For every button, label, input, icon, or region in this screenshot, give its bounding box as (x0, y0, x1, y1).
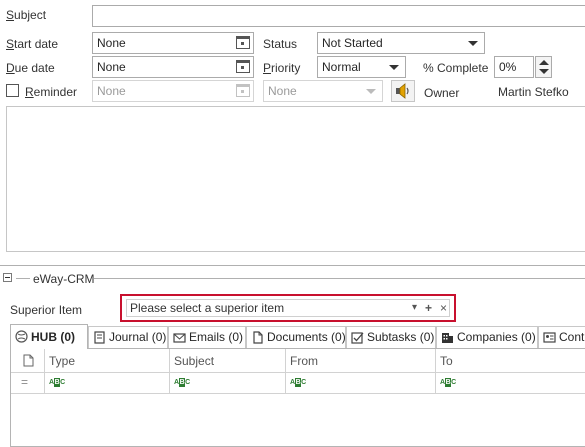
complete-label: % Complete (423, 61, 489, 75)
section-header-rule (16, 278, 30, 279)
subject-input[interactable] (92, 5, 585, 27)
calendar-icon (236, 84, 250, 97)
due-date-field[interactable]: None (92, 56, 254, 78)
complete-spinner[interactable] (535, 56, 552, 78)
filter-cell-subject[interactable]: ABC (169, 373, 285, 394)
status-label: Status (263, 37, 298, 51)
spin-up-icon[interactable] (539, 60, 549, 65)
start-date-field[interactable]: None (92, 32, 254, 54)
tab-contacts[interactable]: Cont (538, 326, 585, 348)
priority-value: Normal (322, 60, 361, 74)
column-header-type[interactable]: Type (44, 349, 169, 373)
filter-cell-from[interactable]: ABC (285, 373, 435, 394)
calendar-icon[interactable] (236, 36, 250, 49)
due-date-value: None (97, 60, 126, 74)
text-filter-icon: ABC (290, 378, 306, 387)
start-date-value: None (97, 36, 126, 50)
start-date-label: Start date (6, 37, 59, 51)
column-header-to[interactable]: To (435, 349, 585, 373)
tab-subtasks[interactable]: Subtasks (0) (346, 326, 436, 348)
journal-icon (94, 331, 105, 344)
document-icon (253, 331, 263, 344)
subtask-icon (351, 332, 364, 344)
owner-value: Martin Stefko (498, 85, 569, 99)
text-filter-icon: ABC (174, 378, 190, 387)
text-filter-icon: ABC (440, 378, 456, 387)
chevron-down-icon[interactable] (389, 65, 399, 70)
tab-label: Companies (0) (457, 330, 536, 344)
column-header-from[interactable]: From (285, 349, 435, 373)
superior-item-placeholder: Please select a superior item (130, 301, 285, 315)
calendar-icon[interactable] (236, 60, 250, 73)
text-filter-icon: ABC (49, 378, 65, 387)
tab-journal[interactable]: Journal (0) (88, 326, 168, 348)
chevron-down-icon[interactable]: ▾ (412, 300, 417, 316)
notes-textarea[interactable] (6, 106, 585, 252)
superior-item-input[interactable]: Please select a superior item ▾ + × (126, 299, 450, 317)
section-title: eWay-CRM (33, 272, 95, 286)
tab-label: Journal (0) (109, 330, 167, 344)
speaker-icon (396, 83, 409, 99)
filter-cell-to[interactable]: ABC (435, 373, 585, 394)
section-header-rule (94, 278, 585, 279)
reminder-checkbox[interactable] (6, 84, 19, 97)
tab-documents[interactable]: Documents (0) (246, 326, 346, 348)
tab-emails[interactable]: Emails (0) (168, 326, 246, 348)
owner-label: Owner (424, 86, 460, 100)
company-icon (442, 333, 453, 343)
tab-strip: HUB (0) Journal (0) Emails (0) Documents… (10, 324, 585, 349)
reminder-date-value: None (97, 84, 126, 98)
add-icon[interactable]: + (425, 300, 432, 316)
collapse-icon[interactable] (3, 273, 12, 282)
priority-select[interactable]: Normal (317, 56, 406, 78)
grid-header: Type Subject From To (11, 349, 585, 373)
status-select[interactable]: Not Started (317, 32, 485, 54)
section-divider (0, 265, 585, 266)
filter-row-icon: = (21, 375, 29, 389)
status-value: Not Started (322, 36, 383, 50)
clear-icon[interactable]: × (440, 300, 447, 316)
superior-item-picker[interactable]: Please select a superior item ▾ + × (120, 294, 456, 322)
spin-down-icon[interactable] (539, 69, 549, 74)
email-icon (173, 333, 186, 343)
reminder-time-select[interactable]: None (263, 80, 383, 102)
chevron-down-icon (366, 89, 376, 94)
hub-icon (15, 330, 28, 343)
tab-companies[interactable]: Companies (0) (436, 326, 538, 348)
tab-label: Documents (0) (267, 330, 346, 344)
reminder-time-value: None (268, 84, 297, 98)
tab-label: HUB (0) (31, 330, 75, 344)
due-date-label: Due date (6, 61, 55, 75)
reminder-date-field[interactable]: None (92, 80, 254, 102)
contact-icon (543, 332, 556, 343)
tab-label: Emails (0) (189, 330, 244, 344)
complete-input[interactable]: 0% (494, 56, 534, 78)
filter-cell-type[interactable]: ABC (44, 373, 169, 394)
subject-label: Subject (6, 8, 47, 22)
priority-label: Priority (263, 61, 301, 75)
document-icon (23, 354, 34, 367)
reminder-sound-button[interactable] (391, 80, 415, 102)
reminder-label: Reminder (25, 85, 78, 99)
filter-row: = ABC ABC ABC ABC (11, 373, 585, 394)
column-header-subject[interactable]: Subject (169, 349, 285, 373)
tab-hub[interactable]: HUB (0) (10, 324, 88, 349)
tab-label: Cont (559, 330, 585, 344)
chevron-down-icon[interactable] (468, 41, 478, 46)
tab-label: Subtasks (0) (367, 330, 435, 344)
superior-item-label: Superior Item (10, 303, 83, 317)
hub-grid: Type Subject From To = ABC ABC ABC ABC (10, 348, 585, 447)
